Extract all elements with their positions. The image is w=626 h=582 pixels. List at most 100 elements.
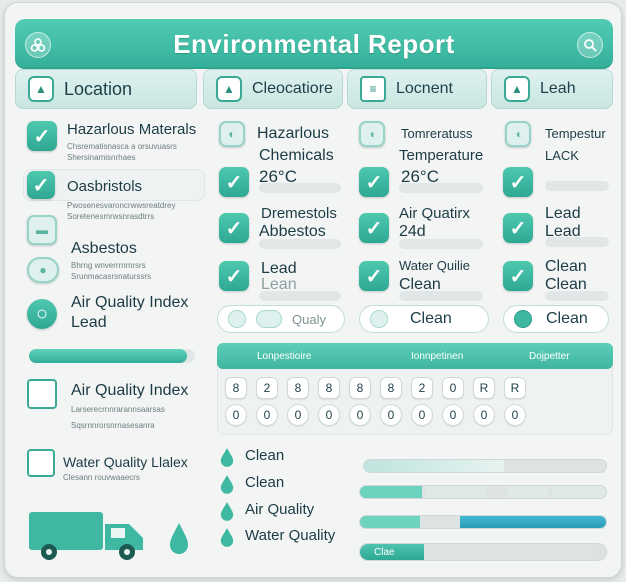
oasbristols-title: Oasbristols <box>67 178 143 195</box>
temperature-checkbox[interactable]: ✓ <box>359 167 389 197</box>
oasbristols-checkbox[interactable]: ✓ <box>27 171 55 199</box>
keypad-key[interactable]: 0 <box>225 404 247 426</box>
dremestols-label: Dremestols <box>261 205 337 222</box>
bottom-list-item[interactable]: Air Quality <box>245 500 314 520</box>
aqi-radio[interactable]: ○ <box>27 299 57 329</box>
temperature-b-label: Tempestur <box>545 126 606 141</box>
tab-location[interactable]: ▲ Location <box>15 69 197 109</box>
tab-locnent[interactable]: ≡ Locnent <box>347 69 487 109</box>
lead-bar <box>259 291 341 301</box>
air-quality-label: Air Quatirx <box>399 205 470 222</box>
keypad-header-label: Ionnpetinen <box>411 351 464 362</box>
chemicals-checkbox[interactable]: ✓ <box>219 167 249 197</box>
water-checkbox[interactable] <box>27 449 55 477</box>
hazardous-chemicals-icon[interactable]: ◐ <box>219 121 245 147</box>
keypad-key[interactable]: R <box>504 377 526 399</box>
temperature-b-bar <box>545 181 609 191</box>
tab-leah[interactable]: ▲ Leah <box>491 69 613 109</box>
bottom-list-item[interactable]: Clean <box>245 446 284 466</box>
keypad-key[interactable]: 0 <box>349 404 371 426</box>
bottom-list-item[interactable]: Water Quality <box>245 526 335 546</box>
slider-2-seg <box>552 486 606 498</box>
asbestos-checkbox[interactable]: ▬ <box>27 215 57 245</box>
dremestols-bar <box>259 239 341 249</box>
left-progress-fill <box>29 349 187 363</box>
aqi-label: Air Quality Index <box>71 294 189 311</box>
circle-icon <box>370 310 388 328</box>
truck-icon <box>29 512 143 560</box>
clean-pill-b[interactable]: Clean <box>503 305 609 333</box>
hazardous-checkbox[interactable]: ✓ <box>27 121 57 151</box>
tab-cleocatiore[interactable]: ▲ Cleocatiore <box>203 69 343 109</box>
tab-label: Cleocatiore <box>252 80 333 97</box>
keypad-key[interactable]: 0 <box>442 404 464 426</box>
keypad-key[interactable]: R <box>473 377 495 399</box>
slider-3[interactable] <box>359 515 607 529</box>
asbestos-toggle[interactable]: ● <box>27 257 59 283</box>
temperature-b-label-2: LACK <box>545 148 579 163</box>
lead-checkbox[interactable]: ✓ <box>219 261 249 291</box>
air-quality-checkbox[interactable]: ✓ <box>359 213 389 243</box>
slider-4-label: Clae <box>360 544 424 560</box>
keypad-key[interactable]: 0 <box>380 404 402 426</box>
slider-1[interactable] <box>363 459 607 473</box>
lead-b-bar <box>545 237 609 247</box>
quality-pill-label: Qualy <box>292 311 326 327</box>
keypad-key[interactable]: 2 <box>411 377 433 399</box>
keypad-key[interactable]: 2 <box>256 377 278 399</box>
left-progress-bar[interactable] <box>29 349 195 363</box>
temperature-b-icon[interactable]: ◖ <box>505 121 531 147</box>
keypad-key[interactable]: 0 <box>442 377 464 399</box>
keypad-key[interactable]: 8 <box>287 377 309 399</box>
keypad-key[interactable]: 0 <box>256 404 278 426</box>
asbestos-desc-2: Srunmacasrsnaturssrs <box>71 272 152 281</box>
tab-label: Leah <box>540 80 576 97</box>
quality-pill[interactable]: Qualy <box>217 305 345 333</box>
clean-pill-b-label: Clean <box>546 310 588 327</box>
water-quality-checkbox[interactable]: ✓ <box>359 261 389 291</box>
keypad-key[interactable]: 8 <box>318 377 340 399</box>
keypad-key[interactable]: 8 <box>349 377 371 399</box>
keypad-key[interactable]: 8 <box>225 377 247 399</box>
clean-pill-a[interactable]: Clean <box>359 305 489 333</box>
oasbristols-desc-2: Soretenesmrwsnrasdtrrs <box>67 212 155 221</box>
keypad-header-label: Dojpetter <box>529 351 570 362</box>
slider-2[interactable] <box>359 485 607 499</box>
aqi-sub-label: Lead <box>71 314 107 331</box>
temperature-icon[interactable]: ◖ <box>359 121 385 147</box>
temperature-label: Tomreratuss <box>401 126 473 141</box>
droplet-icon: ▲ <box>28 76 54 102</box>
circle-icon <box>514 310 532 328</box>
circle-icon <box>256 310 282 328</box>
clean-b-bar <box>545 291 609 301</box>
bottom-list-item[interactable]: Clean <box>245 473 284 493</box>
hazardous-chem-label-2: Chemicals <box>259 147 334 164</box>
air-quality-bar <box>399 239 483 249</box>
water-quality-label: Water Quilie <box>399 258 471 273</box>
keypad-key[interactable]: 8 <box>380 377 402 399</box>
temperature-label-2: Temperature <box>399 147 484 164</box>
chemicals-bar <box>259 183 341 193</box>
temperature-b-checkbox[interactable]: ✓ <box>503 167 533 197</box>
clean-b-checkbox[interactable]: ✓ <box>503 261 533 291</box>
clean-b-label: Clean <box>545 258 587 275</box>
slider-2-seg <box>508 486 548 498</box>
app-window: Environmental Report ▲ Location ▲ Cleoca… <box>4 2 622 578</box>
search-icon[interactable] <box>577 32 603 58</box>
dremestols-checkbox[interactable]: ✓ <box>219 213 249 243</box>
slider-4[interactable]: Clae <box>359 543 607 561</box>
droplet-icon: ▲ <box>216 76 242 102</box>
oasbristols-desc: Pwosenesvaroncrwwsreatdrey <box>67 201 176 210</box>
keypad-key[interactable]: 0 <box>473 404 495 426</box>
keypad-key[interactable]: 0 <box>287 404 309 426</box>
keypad-key[interactable]: 0 <box>411 404 433 426</box>
aqi2-checkbox[interactable] <box>27 379 57 409</box>
keypad-key[interactable]: 0 <box>504 404 526 426</box>
water-title: Water Quality Llalex <box>63 454 188 470</box>
hazardous-desc-2: Shersinamisnrhaes <box>67 153 136 162</box>
water-drop-icon <box>170 523 188 554</box>
circle-icon <box>228 310 246 328</box>
keypad-key[interactable]: 0 <box>318 404 340 426</box>
droplet-icon: ▲ <box>504 76 530 102</box>
lead-b-checkbox[interactable]: ✓ <box>503 213 533 243</box>
